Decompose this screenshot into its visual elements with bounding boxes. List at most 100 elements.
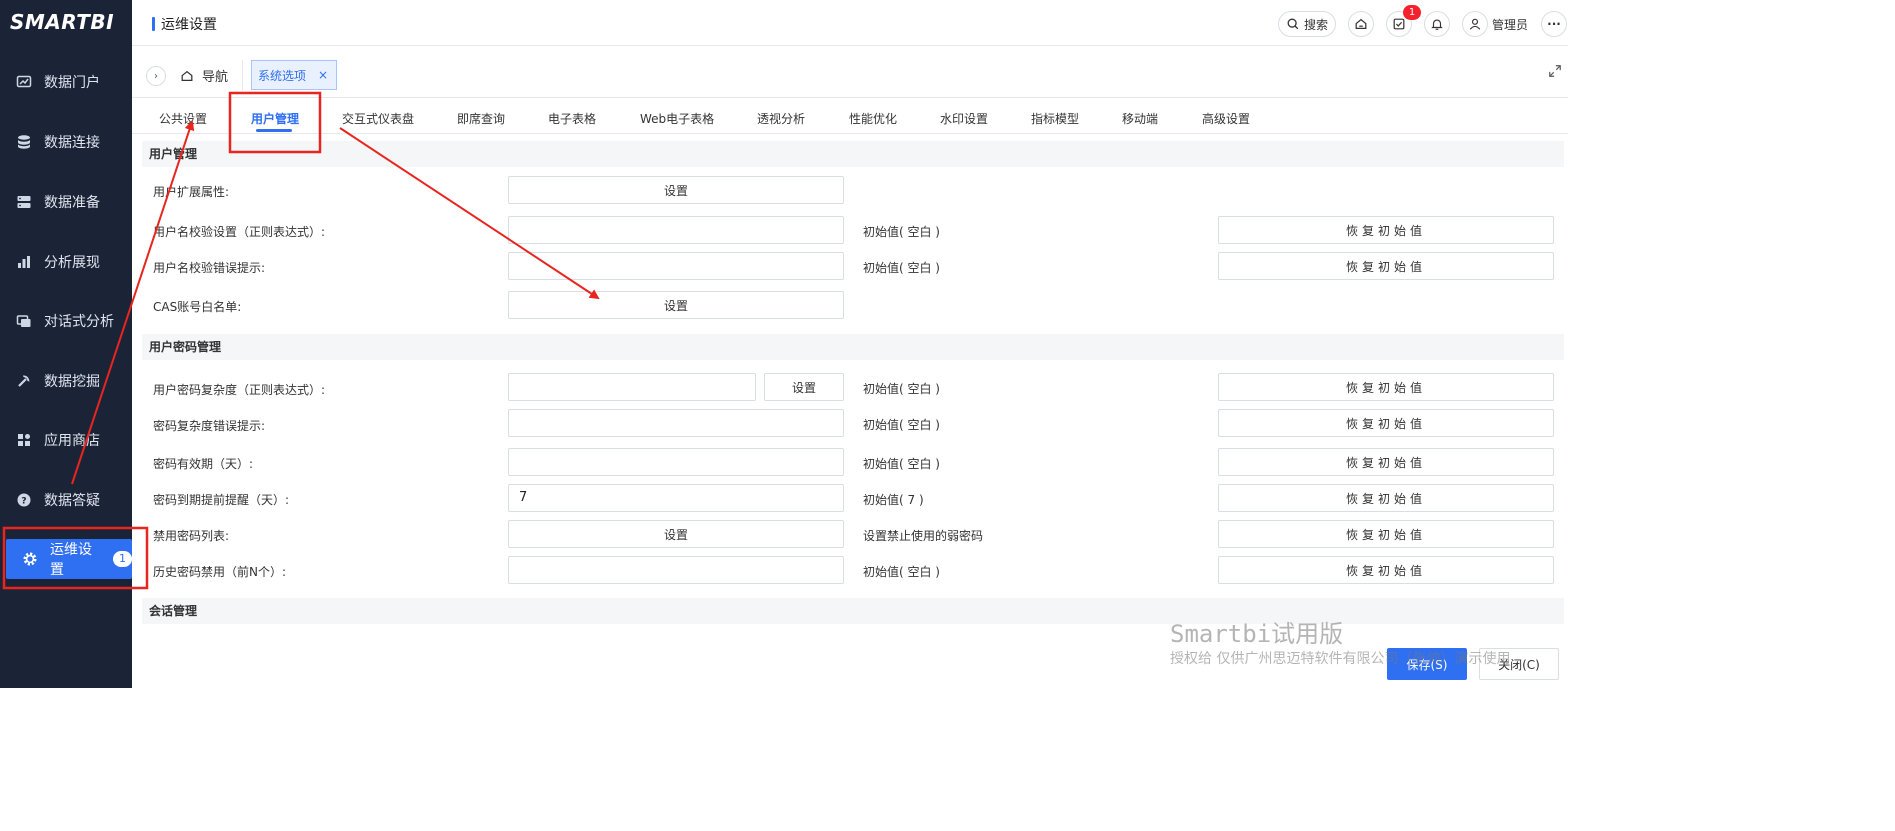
tab-spreadsheet[interactable]: 电子表格 bbox=[548, 110, 596, 127]
fullscreen-icon[interactable] bbox=[1548, 64, 1562, 78]
password-validity-input[interactable] bbox=[508, 448, 844, 476]
user-avatar[interactable] bbox=[1462, 11, 1488, 37]
svg-text:?: ? bbox=[21, 497, 26, 507]
home-button[interactable] bbox=[1348, 11, 1374, 37]
sidebar-item-label: 数据连接 bbox=[44, 135, 100, 151]
chevron-right-icon: › bbox=[154, 70, 158, 82]
tab-performance[interactable]: 性能优化 bbox=[849, 110, 897, 127]
password-regex-input[interactable] bbox=[508, 373, 756, 401]
section-title-user: 用户管理 bbox=[142, 141, 1564, 167]
home-icon bbox=[1355, 18, 1367, 29]
row-label: 密码复杂度错误提示: bbox=[153, 419, 266, 433]
more-menu-button[interactable]: ··· bbox=[1541, 11, 1567, 37]
tab-advanced[interactable]: 高级设置 bbox=[1202, 110, 1250, 127]
tab-watermark[interactable]: 水印设置 bbox=[940, 110, 988, 127]
tab-label: 系统选项 bbox=[258, 68, 307, 83]
sidebar-item-app-store[interactable]: 应用商店 bbox=[0, 420, 132, 460]
active-tab-underline bbox=[256, 129, 292, 132]
tab-pivot-analysis[interactable]: 透视分析 bbox=[757, 110, 805, 127]
reset-default-button[interactable]: 恢复初始值 bbox=[1218, 373, 1554, 401]
section-title-password: 用户密码管理 bbox=[142, 334, 1564, 360]
more-icon: ··· bbox=[1547, 17, 1561, 31]
section-title-session: 会话管理 bbox=[142, 598, 1564, 624]
server-icon bbox=[16, 194, 32, 210]
page-title: 运维设置 bbox=[152, 14, 217, 34]
reset-default-button[interactable]: 恢复初始值 bbox=[1218, 520, 1554, 548]
tab-label: 导航 bbox=[202, 70, 229, 85]
banned-passwords-set-button[interactable]: 设置 bbox=[508, 520, 844, 548]
question-icon: ? bbox=[16, 492, 32, 508]
tab-public-settings[interactable]: 公共设置 bbox=[159, 110, 207, 127]
sidebar-item-ops-settings[interactable]: 运维设置 1 bbox=[6, 539, 132, 579]
password-expiry-remind-input[interactable]: 7 bbox=[508, 484, 844, 512]
sidebar-item-label: 数据准备 bbox=[44, 195, 100, 211]
tasks-button[interactable]: 1 bbox=[1386, 5, 1421, 37]
sidebar-item-label: 运维设置 bbox=[50, 542, 92, 578]
sidebar-item-data-mining[interactable]: 数据挖掘 bbox=[0, 361, 132, 401]
reset-default-button[interactable]: 恢复初始值 bbox=[1218, 252, 1554, 280]
reset-default-button[interactable]: 恢复初始值 bbox=[1218, 448, 1554, 476]
sidebar-item-chat-analysis[interactable]: 对话式分析 bbox=[0, 301, 132, 341]
sidebar-item-data-portal[interactable]: 数据门户 bbox=[0, 62, 132, 102]
sidebar-item-label: 分析展现 bbox=[44, 255, 100, 271]
sidebar-item-data-connection[interactable]: 数据连接 bbox=[0, 122, 132, 162]
sidebar-item-data-prep[interactable]: 数据准备 bbox=[0, 182, 132, 222]
username-error-input[interactable] bbox=[508, 252, 844, 280]
tab-user-management[interactable]: 用户管理 bbox=[251, 110, 299, 127]
tab-adhoc-query[interactable]: 即席查询 bbox=[457, 110, 505, 127]
user-name[interactable]: 管理员 bbox=[1492, 16, 1528, 33]
row-label: CAS账号白名单: bbox=[153, 300, 242, 314]
logo-text: SMARTBI bbox=[10, 10, 115, 34]
chat-icon bbox=[16, 313, 32, 329]
password-error-input[interactable] bbox=[508, 409, 844, 437]
initial-value-label: 初始值( 空白 ) bbox=[863, 565, 940, 579]
page-title-text: 运维设置 bbox=[161, 17, 217, 33]
tab-metric-model[interactable]: 指标模型 bbox=[1031, 110, 1079, 127]
reset-default-button[interactable]: 恢复初始值 bbox=[1218, 556, 1554, 584]
initial-value-label: 初始值( 7 ) bbox=[863, 493, 924, 507]
reset-default-button[interactable]: 恢复初始值 bbox=[1218, 216, 1554, 244]
password-history-input[interactable] bbox=[508, 556, 844, 584]
row-label: 用户名校验设置（正则表达式）: bbox=[153, 225, 326, 239]
close-tab-icon[interactable]: × bbox=[318, 68, 328, 82]
tab-interactive-dashboard[interactable]: 交互式仪表盘 bbox=[342, 110, 414, 127]
sidebar-item-analysis[interactable]: 分析展现 bbox=[0, 242, 132, 282]
chart-icon bbox=[16, 74, 32, 90]
sidebar-item-data-qa[interactable]: ? 数据答疑 bbox=[0, 480, 132, 520]
user-icon bbox=[1469, 18, 1481, 30]
task-count-badge: 1 bbox=[1403, 5, 1421, 20]
pickaxe-icon bbox=[16, 373, 32, 389]
row-label: 用户扩展属性: bbox=[153, 185, 230, 199]
tab-navigation[interactable]: 导航 bbox=[180, 66, 228, 85]
sidebar-item-label: 对话式分析 bbox=[44, 314, 114, 330]
notifications-button[interactable] bbox=[1424, 11, 1450, 37]
sidebar-item-label: 数据答疑 bbox=[44, 493, 100, 509]
tab-mobile[interactable]: 移动端 bbox=[1122, 110, 1158, 127]
smartbi-logo[interactable]: SMARTBI bbox=[10, 10, 114, 34]
password-regex-set-button[interactable]: 设置 bbox=[764, 373, 844, 401]
trial-watermark-title: Smartbi试用版 bbox=[1170, 620, 1344, 648]
initial-value-label: 初始值( 空白 ) bbox=[863, 457, 940, 471]
settings-tabs: 公共设置 用户管理 交互式仪表盘 即席查询 电子表格 Web电子表格 透视分析 … bbox=[132, 98, 1568, 134]
reset-default-button[interactable]: 恢复初始值 bbox=[1218, 409, 1554, 437]
notification-badge: 1 bbox=[113, 551, 132, 567]
user-ext-attr-set-button[interactable]: 设置 bbox=[508, 176, 844, 204]
tab-web-spreadsheet[interactable]: Web电子表格 bbox=[640, 110, 714, 127]
database-icon bbox=[16, 134, 32, 150]
sidebar-item-label: 数据门户 bbox=[44, 75, 100, 91]
row-label: 用户名校验错误提示: bbox=[153, 261, 266, 275]
search-label: 搜索 bbox=[1303, 17, 1328, 32]
tab-system-options[interactable]: 系统选项 × bbox=[251, 60, 338, 90]
sidebar-item-label: 数据挖掘 bbox=[44, 374, 100, 390]
search-button[interactable]: 搜索 bbox=[1278, 11, 1336, 37]
task-check-icon bbox=[1393, 18, 1405, 30]
weak-password-hint: 设置禁止使用的弱密码 bbox=[863, 529, 984, 543]
cas-whitelist-set-button[interactable]: 设置 bbox=[508, 291, 844, 319]
tab-strip: › 导航 系统选项 × bbox=[132, 46, 1568, 98]
reset-default-button[interactable]: 恢复初始值 bbox=[1218, 484, 1554, 512]
row-label: 密码到期提前提醒（天）: bbox=[153, 493, 290, 507]
sidebar: SMARTBI 数据门户 数据连接 数据准备 分析展现 对话式分析 数据挖掘 应… bbox=[0, 0, 132, 688]
collapse-sidebar-button[interactable]: › bbox=[146, 66, 166, 86]
search-icon bbox=[1287, 18, 1299, 30]
username-regex-input[interactable] bbox=[508, 216, 844, 244]
